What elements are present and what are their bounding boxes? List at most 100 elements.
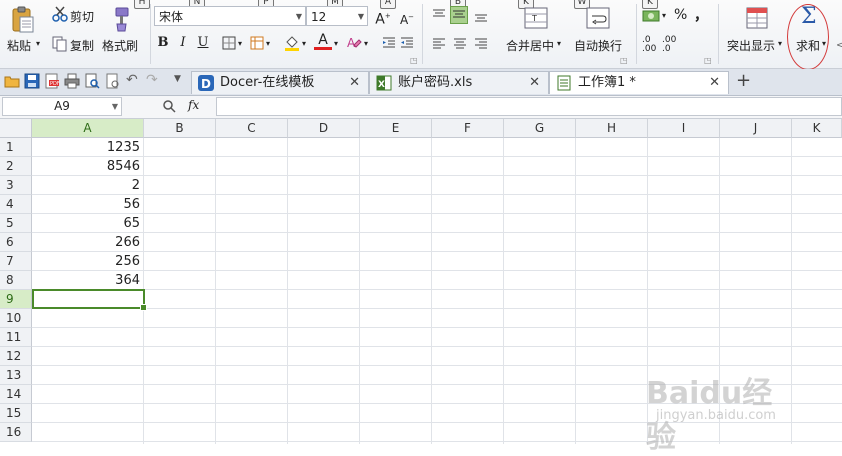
alignment-dialog-launcher-icon[interactable]: ◳ — [620, 56, 628, 65]
cell-a3[interactable]: 2 — [32, 176, 143, 195]
decrease-decimal-icon[interactable]: .00.0 — [662, 36, 676, 54]
increase-decimal-icon[interactable]: .0.00 — [642, 36, 656, 54]
paste-button[interactable]: 粘贴 — [7, 37, 31, 54]
copy-icon[interactable] — [52, 36, 68, 52]
chevron-down-icon[interactable]: ▾ — [778, 39, 782, 48]
cell-a1[interactable]: 1235 — [32, 138, 143, 157]
print-icon[interactable] — [64, 73, 80, 89]
merge-center-icon[interactable]: T — [524, 6, 548, 30]
chevron-down-icon[interactable]: ▾ — [302, 39, 306, 48]
row-header-14[interactable]: 14 — [0, 385, 32, 404]
highlight-button[interactable]: 突出显示 — [727, 37, 775, 54]
zoom-search-icon[interactable] — [162, 99, 176, 113]
align-top-icon[interactable] — [432, 8, 446, 22]
column-header-j[interactable]: J — [720, 119, 792, 138]
tab-docer[interactable]: D Docer-在线模板 ✕ — [191, 71, 369, 94]
new-tab-button[interactable]: + — [736, 70, 751, 91]
row-header-3[interactable]: 3 — [0, 176, 32, 195]
font-name-select[interactable]: 宋体 ▼ — [154, 6, 306, 26]
chevron-down-icon[interactable]: ▾ — [334, 39, 338, 48]
column-header-e[interactable]: E — [360, 119, 432, 138]
chevron-down-icon[interactable]: ▾ — [822, 39, 826, 48]
column-header-i[interactable]: I — [648, 119, 720, 138]
close-icon[interactable]: ✕ — [529, 72, 540, 94]
page-icon[interactable] — [104, 73, 120, 89]
row-header-9[interactable]: 9 — [0, 290, 32, 309]
chevron-down-icon[interactable]: ▾ — [238, 39, 242, 48]
fill-handle[interactable] — [140, 304, 147, 311]
sigma-icon[interactable]: Σ — [801, 4, 817, 29]
chevron-down-icon[interactable]: ▼ — [112, 98, 118, 115]
copy-button[interactable]: 复制 — [70, 37, 94, 54]
cell-a7[interactable]: 256 — [32, 252, 143, 271]
row-header-1[interactable]: 1 — [0, 138, 32, 157]
row-header-8[interactable]: 8 — [0, 271, 32, 290]
row-header-7[interactable]: 7 — [0, 252, 32, 271]
borders-icon[interactable] — [222, 36, 236, 50]
save-icon[interactable] — [24, 73, 40, 89]
row-header-13[interactable]: 13 — [0, 366, 32, 385]
tab-workbook1[interactable]: 工作簿1 * ✕ — [549, 71, 729, 94]
font-dialog-launcher-icon[interactable]: ◳ — [410, 56, 418, 65]
select-all-corner[interactable] — [0, 119, 32, 138]
cell-a4[interactable]: 56 — [32, 195, 143, 214]
increase-font-icon[interactable]: A+ — [374, 7, 392, 28]
indent-icon[interactable] — [382, 36, 396, 50]
row-header-12[interactable]: 12 — [0, 347, 32, 366]
column-header-g[interactable]: G — [504, 119, 576, 138]
column-header-h[interactable]: H — [576, 119, 648, 138]
conditional-format-icon[interactable] — [746, 6, 768, 30]
name-box[interactable]: A9 ▼ — [2, 97, 122, 116]
print-preview-icon[interactable] — [84, 73, 100, 89]
row-header-15[interactable]: 15 — [0, 404, 32, 423]
undo-icon[interactable]: ↶ — [126, 72, 142, 88]
row-header-5[interactable]: 5 — [0, 214, 32, 233]
cut-button[interactable]: 剪切 — [70, 8, 94, 25]
selected-cell-a9[interactable] — [32, 289, 147, 311]
align-center-icon[interactable] — [453, 37, 467, 51]
chevron-down-icon[interactable]: ▾ — [662, 11, 666, 20]
comma-style-button[interactable]: ， — [694, 5, 708, 25]
bold-icon[interactable]: B — [154, 34, 172, 52]
column-header-b[interactable]: B — [144, 119, 216, 138]
sum-button[interactable]: 求和 — [796, 37, 820, 54]
function-icon[interactable]: fx — [188, 98, 199, 112]
column-header-c[interactable]: C — [216, 119, 288, 138]
wrap-text-icon[interactable] — [586, 6, 610, 30]
fill-color-icon[interactable] — [284, 34, 300, 52]
chevron-down-icon[interactable]: ▾ — [266, 39, 270, 48]
decrease-font-icon[interactable]: A− — [398, 8, 416, 27]
row-header-11[interactable]: 11 — [0, 328, 32, 347]
cell-a6[interactable]: 266 — [32, 233, 143, 252]
underline-icon[interactable]: U — [194, 34, 212, 52]
column-header-a[interactable]: A — [32, 119, 144, 138]
align-right-icon[interactable] — [474, 37, 488, 51]
open-folder-icon[interactable] — [4, 73, 20, 89]
cell-a5[interactable]: 65 — [32, 214, 143, 233]
clear-format-icon[interactable]: A — [346, 35, 362, 51]
row-header-10[interactable]: 10 — [0, 309, 32, 328]
tab-account-password-xls[interactable]: X 账户密码.xls ✕ — [369, 71, 549, 94]
column-header-d[interactable]: D — [288, 119, 360, 138]
paste-icon[interactable] — [10, 6, 36, 34]
formula-input[interactable] — [216, 97, 842, 116]
cell-a2[interactable]: 8546 — [32, 157, 143, 176]
row-header-6[interactable]: 6 — [0, 233, 32, 252]
cell-style-icon[interactable] — [250, 36, 264, 50]
align-middle-button[interactable] — [450, 6, 468, 24]
scissors-icon[interactable] — [52, 6, 68, 22]
column-header-f[interactable]: F — [432, 119, 504, 138]
number-dialog-launcher-icon[interactable]: ◳ — [704, 56, 712, 65]
close-icon[interactable]: ✕ — [709, 72, 720, 94]
customize-toolbar-icon[interactable]: ▼ — [174, 74, 190, 90]
wrap-text-button[interactable]: 自动换行 — [574, 37, 622, 54]
format-painter-button[interactable]: 格式刷 — [102, 37, 138, 54]
paste-dropdown-icon[interactable]: ▾ — [36, 39, 40, 48]
column-header-k[interactable]: K — [792, 119, 842, 138]
redo-icon[interactable]: ↷ — [146, 72, 162, 88]
more-icon[interactable]: < — [836, 40, 842, 51]
italic-icon[interactable]: I — [174, 34, 192, 52]
cell-a8[interactable]: 364 — [32, 271, 143, 290]
row-header-2[interactable]: 2 — [0, 157, 32, 176]
merge-center-button[interactable]: 合并居中 — [506, 37, 554, 54]
